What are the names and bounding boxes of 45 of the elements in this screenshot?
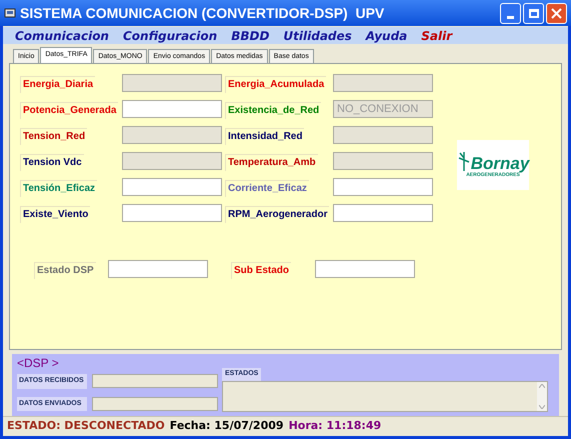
received-field[interactable] (92, 374, 218, 388)
logo-name: Bornay (470, 155, 530, 172)
menu-item[interactable]: Utilidades (283, 26, 352, 44)
scroll-up-icon[interactable] (539, 384, 545, 388)
field-label: Potencia_Generada (20, 102, 118, 119)
menu-item[interactable]: Configuracion (122, 26, 218, 44)
app-icon (4, 7, 16, 19)
field-label: Tension Vdc (20, 154, 84, 171)
field-label: Existencia_de_Red (225, 102, 322, 119)
menu-item[interactable]: Comunicacion (15, 26, 109, 44)
input-field[interactable] (333, 204, 433, 222)
field-label: Sub Estado (231, 262, 292, 279)
field-label: Estado DSP (34, 262, 96, 279)
input-field[interactable] (315, 260, 415, 278)
menu-item[interactable]: BBDD (231, 26, 270, 44)
window-title: SISTEMA COMUNICACION (CONVERTIDOR-DSP) UPV (20, 4, 384, 23)
menu-item[interactable]: Ayuda (366, 26, 408, 44)
field-label: Tension_Red (20, 128, 88, 145)
date-text: Fecha: 15/07/2009 (170, 418, 284, 434)
time-text: Hora: 11:18:49 (288, 418, 382, 434)
close-button[interactable] (546, 2, 567, 24)
field-label: RPM_Aerogenerador (225, 206, 330, 223)
field-label: Corriente_Eficaz (225, 180, 309, 197)
field-label: Intensidad_Red (225, 128, 304, 145)
field-label: Energia_Acumulada (225, 76, 326, 93)
maximize-button[interactable] (523, 2, 544, 24)
close-icon (551, 8, 562, 18)
scroll-down-icon[interactable] (539, 405, 545, 410)
wind-turbine-icon (456, 150, 471, 172)
field-label: Existe_Viento (20, 206, 90, 223)
menu-item[interactable]: Salir (421, 26, 452, 44)
input-field[interactable] (122, 178, 222, 196)
field-label: Tensión_Eficaz (20, 180, 98, 197)
field-label: Energia_Diaria (20, 76, 96, 93)
scrollbar[interactable] (537, 382, 547, 412)
field-label: Temperatura_Amb (225, 154, 318, 171)
input-field[interactable] (122, 100, 222, 118)
states-box[interactable] (222, 380, 548, 412)
input-field[interactable] (333, 178, 433, 196)
dsp-title: <DSP > (17, 356, 60, 370)
connection-status: ESTADO: DESCONECTADO (7, 418, 165, 434)
minimize-button[interactable] (500, 2, 521, 24)
input-field[interactable] (122, 204, 222, 222)
input-field[interactable] (108, 260, 208, 278)
sent-field[interactable] (92, 396, 218, 411)
